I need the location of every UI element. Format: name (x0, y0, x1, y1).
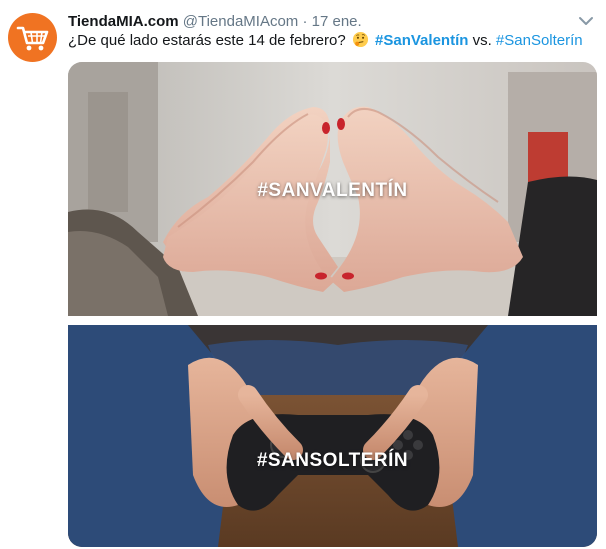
chevron-down-icon[interactable] (578, 15, 594, 27)
avatar[interactable] (8, 13, 57, 62)
tweet-header: TiendaMIA.com @TiendaMIAcom · 17 ene. (68, 12, 362, 32)
gamepad-hands-photo[interactable] (68, 325, 597, 547)
author-name[interactable]: TiendaMIA.com (68, 13, 179, 30)
tweet-date[interactable]: 17 ene. (312, 13, 362, 30)
hashtag-sanvalentin-link[interactable]: #SanValentín (375, 32, 468, 49)
shopping-cart-icon (16, 26, 48, 50)
author-handle[interactable]: @TiendaMIAcom (183, 13, 299, 30)
separator-dot: · (302, 13, 308, 30)
sansolterin-caption: #SANSOLTERÍN (256, 450, 409, 471)
tweet-text-prefix: ¿De qué lado estarás este 14 de febrero? (68, 32, 346, 49)
tweet-text-connector: vs. (472, 32, 492, 49)
hashtag-sansolterin-link[interactable]: #SanSolterín (496, 32, 583, 49)
sanvalentin-caption: #SANVALENTÍN (257, 180, 408, 201)
tweet-media[interactable]: #SANVALENTÍN #SANSOLTERÍN (68, 62, 597, 547)
thinking-face-icon (352, 31, 368, 48)
tweet-text: ¿De qué lado estarás este 14 de febrero?… (68, 31, 583, 51)
